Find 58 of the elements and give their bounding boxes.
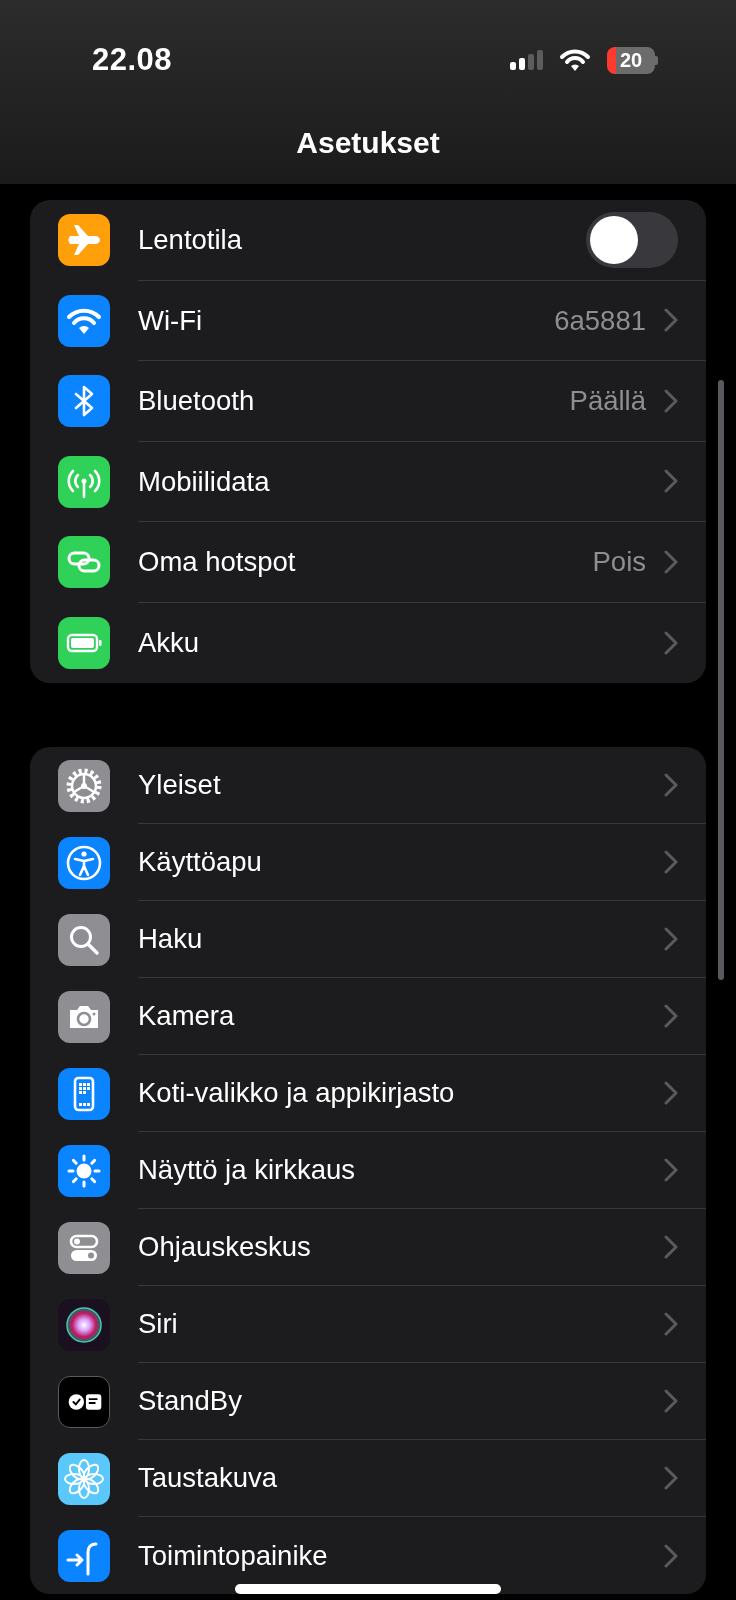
battery-level: 20: [607, 46, 655, 74]
chevron-icon: [664, 630, 678, 655]
row-label: Taustakuva: [138, 1461, 278, 1496]
settings-row[interactable]: Wi-Fi 6a5881: [30, 280, 706, 361]
row-label: Yleiset: [138, 768, 221, 803]
chevron-icon: [664, 1235, 678, 1259]
settings-row[interactable]: Yleiset: [30, 747, 706, 824]
row-label: Näyttö ja kirkkaus: [138, 1153, 356, 1188]
settings-row[interactable]: Käyttöapu: [30, 824, 706, 901]
row-label: Wi-Fi: [138, 303, 203, 338]
row-value: Pois: [592, 545, 646, 580]
chevron-icon: [664, 773, 678, 797]
row-label: Lentotila: [138, 223, 242, 258]
row-label: Koti-valikko ja appikirjasto: [138, 1076, 455, 1111]
chevron-icon: [664, 1312, 678, 1336]
page-title: Asetukset: [296, 125, 440, 161]
settings-row[interactable]: Kamera: [30, 978, 706, 1055]
row-label: Siri: [138, 1307, 178, 1342]
row-label: Bluetooth: [138, 384, 255, 419]
chevron-icon: [664, 927, 678, 951]
settings-row[interactable]: Taustakuva: [30, 1440, 706, 1517]
row-label: Toimintopainike: [138, 1538, 328, 1573]
settings-row[interactable]: StandBy: [30, 1363, 706, 1440]
row-label: Oma hotspot: [138, 545, 296, 580]
settings-row[interactable]: Näyttö ja kirkkaus: [30, 1132, 706, 1209]
row-label: Haku: [138, 922, 203, 957]
settings-row[interactable]: Toimintopainike: [30, 1517, 706, 1594]
row-label: Akku: [138, 626, 200, 661]
row-label: Ohjauskeskus: [138, 1230, 311, 1265]
chevron-icon: [664, 1158, 678, 1182]
row-value: 6a5881: [554, 303, 646, 338]
row-label: Käyttöapu: [138, 845, 262, 880]
chevron-icon: [664, 850, 678, 874]
chevron-icon: [664, 549, 678, 574]
clock-time: 22.08: [92, 40, 173, 79]
settings-row[interactable]: Akku: [30, 602, 706, 683]
settings-row[interactable]: Haku: [30, 901, 706, 978]
settings-row[interactable]: Koti-valikko ja appikirjasto: [30, 1055, 706, 1132]
chevron-icon: [664, 308, 678, 333]
chevron-icon: [664, 469, 678, 494]
chevron-icon: [664, 1466, 678, 1490]
settings-row[interactable]: Ohjauskeskus: [30, 1209, 706, 1286]
row-value: Päällä: [569, 384, 646, 419]
chevron-icon: [664, 1004, 678, 1028]
row-label: StandBy: [138, 1384, 242, 1419]
settings-row[interactable]: Bluetooth Päällä: [30, 361, 706, 442]
chevron-icon: [664, 1543, 678, 1568]
wifi-icon: [559, 48, 591, 72]
chevron-icon: [664, 388, 678, 413]
chevron-icon: [664, 1389, 678, 1413]
settings-row[interactable]: Oma hotspot Pois: [30, 522, 706, 603]
row-label: Mobiilidata: [138, 464, 270, 499]
settings-row[interactable]: Lentotila: [30, 200, 706, 281]
signal-icon: [510, 50, 543, 70]
settings-row[interactable]: Siri: [30, 1286, 706, 1363]
settings-row[interactable]: Mobiilidata: [30, 441, 706, 522]
chevron-icon: [664, 1081, 678, 1105]
row-label: Kamera: [138, 999, 235, 1034]
